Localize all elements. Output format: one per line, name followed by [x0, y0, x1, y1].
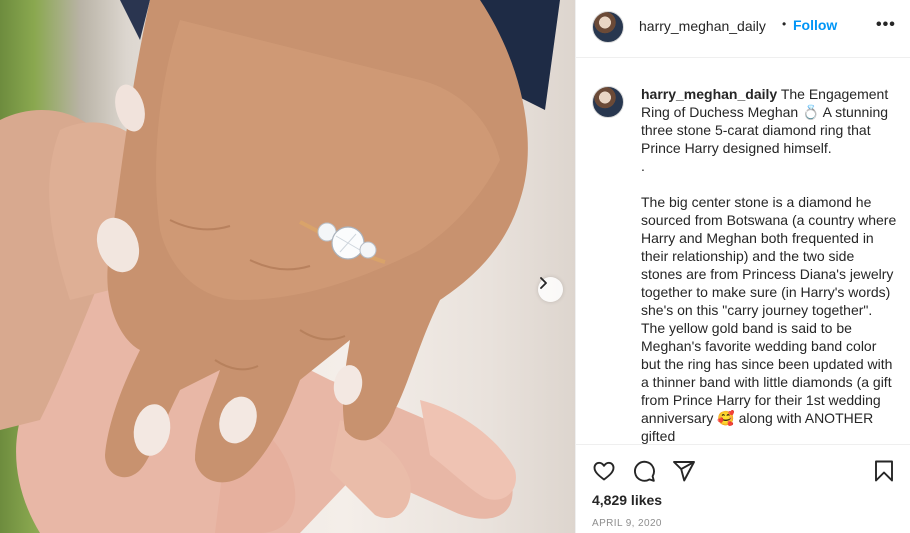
- separator-dot: •: [782, 17, 787, 31]
- caption-username-link[interactable]: harry_meghan_daily: [641, 86, 777, 102]
- post-caption: harry_meghan_daily The Engagement Ring o…: [641, 85, 899, 444]
- caption-text-2: .: [641, 158, 645, 174]
- avatar[interactable]: [592, 11, 624, 43]
- next-photo-button[interactable]: [538, 277, 563, 302]
- more-options-icon[interactable]: •••: [876, 16, 896, 34]
- caption-avatar[interactable]: [592, 86, 624, 118]
- post-actions: 4,829 likes APRIL 9, 2020: [576, 444, 910, 533]
- post-date[interactable]: APRIL 9, 2020: [592, 518, 662, 529]
- chevron-right-icon: [540, 277, 547, 289]
- bookmark-icon[interactable]: [872, 459, 896, 483]
- hands-with-ring-illustration: [0, 0, 560, 533]
- likes-count[interactable]: 4,829 likes: [592, 492, 662, 508]
- header-username-link[interactable]: harry_meghan_daily: [639, 18, 766, 34]
- comment-icon[interactable]: [632, 459, 656, 483]
- comments-section[interactable]: harry_meghan_daily The Engagement Ring o…: [576, 59, 910, 444]
- post-detail-panel: harry_meghan_daily • Follow ••• harry_me…: [575, 0, 910, 533]
- share-icon[interactable]: [672, 459, 696, 483]
- caption-text-3: The big center stone is a diamond he sou…: [641, 194, 897, 444]
- post-header: harry_meghan_daily • Follow •••: [576, 0, 910, 58]
- heart-icon[interactable]: [592, 459, 616, 483]
- post-photo[interactable]: [0, 0, 575, 533]
- follow-button[interactable]: Follow: [793, 17, 837, 33]
